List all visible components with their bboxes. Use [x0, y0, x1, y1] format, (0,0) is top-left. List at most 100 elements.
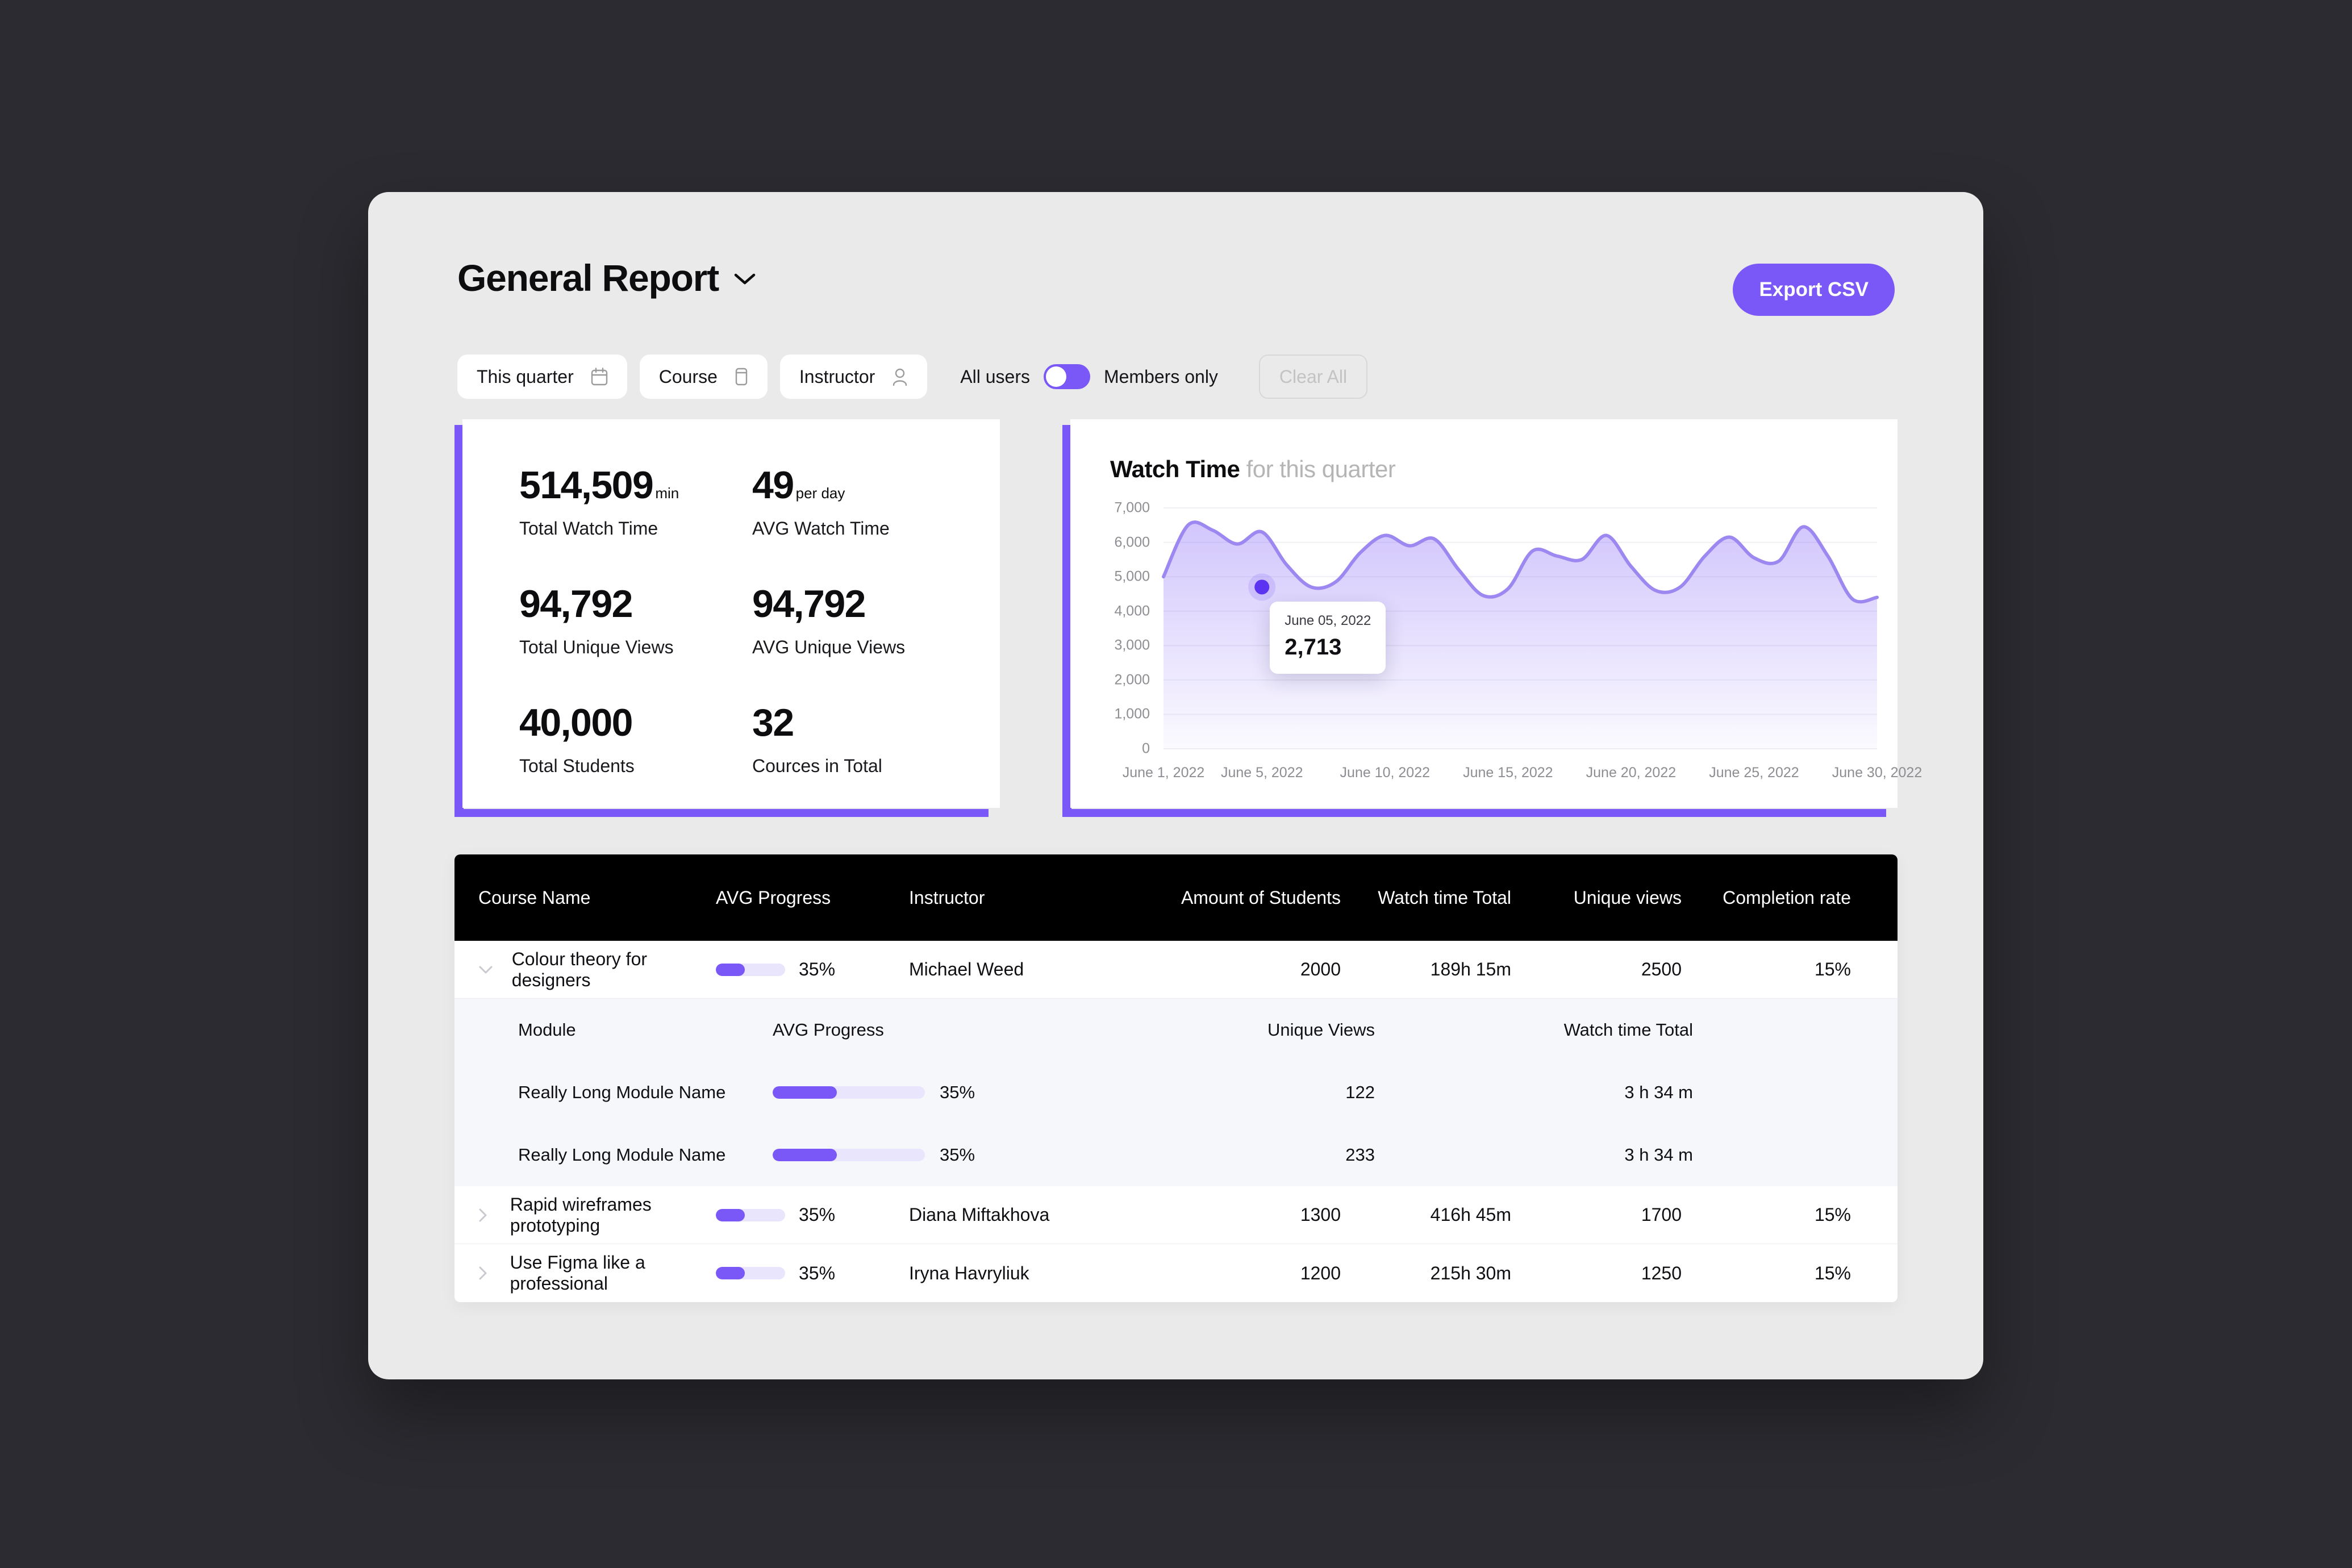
subcolumn-header-module: Module [518, 1020, 576, 1040]
x-axis-tick: June 5, 2022 [1220, 765, 1303, 781]
card-accent-bottom [454, 809, 989, 817]
stat-value: 49 per day [752, 464, 845, 507]
column-header-completion-rate[interactable]: Completion rate [1682, 887, 1875, 908]
filter-instructor[interactable]: Instructor [779, 355, 928, 399]
y-axis-tick: 6,000 [1114, 534, 1150, 551]
stat-value: 94,792 [752, 582, 866, 625]
table-row[interactable]: Colour theory for designers 35% Michael … [454, 941, 1898, 999]
column-header-unique-views[interactable]: Unique views [1511, 887, 1682, 908]
module-name: Really Long Module Name [518, 1082, 726, 1102]
instructor-cell: Iryna Havryliuk [909, 1262, 1029, 1283]
module-name: Really Long Module Name [518, 1145, 726, 1165]
module-unique-views: 122 [1345, 1082, 1375, 1102]
toggle-knob [1045, 366, 1066, 387]
stats-grid: 514,509 min Total Watch Time 49 per day AV… [519, 466, 985, 777]
module-progress-cell: 35% [773, 1145, 1057, 1165]
column-header-watch-time-total[interactable]: Watch time Total [1341, 887, 1511, 908]
chevron-down-icon[interactable] [478, 965, 504, 974]
filter-this-quarter[interactable]: This quarter [457, 355, 627, 399]
chevron-right-icon[interactable] [478, 1266, 502, 1281]
column-header-course-name[interactable]: Course Name [454, 887, 716, 908]
filter-label: Course [658, 366, 718, 387]
chart-svg [1162, 507, 1879, 749]
progress-value: 35% [799, 1204, 836, 1225]
stat-label: AVG Unique Views [752, 637, 906, 657]
chart-title-strong: Watch Time [1110, 456, 1240, 482]
chevron-down-icon[interactable] [733, 272, 756, 289]
y-axis-tick: 4,000 [1114, 603, 1150, 619]
courses-table: Course Name AVG Progress Instructor Amou… [454, 854, 1898, 1302]
stat-unit: per day [795, 485, 845, 502]
avg-progress-cell: 35% [716, 1263, 909, 1284]
subtable-row[interactable]: Really Long Module Name 35% 122 3 h 34 m [454, 1061, 1898, 1124]
y-axis-tick: 7,000 [1114, 499, 1150, 516]
watch-time-cell: 416h 45m [1430, 1204, 1511, 1225]
subcolumn-header-avg-progress: AVG Progress [773, 1020, 884, 1040]
chart-title: Watch Time for this quarter [1110, 456, 1396, 483]
filter-bar: This quarter Course Instructor All users… [457, 355, 1368, 399]
x-axis-tick: June 1, 2022 [1122, 765, 1205, 781]
students-cell: 1300 [1300, 1204, 1341, 1225]
table-row[interactable]: Use Figma like a professional 35% Iryna … [454, 1244, 1898, 1302]
x-axis-tick: June 15, 2022 [1463, 765, 1553, 781]
progress-bar [716, 963, 785, 976]
progress-value: 35% [799, 959, 836, 979]
column-header-amount-of-students[interactable]: Amount of Students [1153, 887, 1341, 908]
watch-time-chart[interactable]: 7,000 6,000 5,000 4,000 3,000 2,000 1,000 0 Jun… [1090, 499, 1922, 787]
chevron-right-icon[interactable] [478, 1208, 502, 1223]
course-name: Use Figma like a professional [510, 1252, 645, 1294]
x-axis-tick: June 20, 2022 [1586, 765, 1677, 781]
subcolumn-header-unique-views: Unique Views [1267, 1020, 1375, 1040]
stat-value: 40,000 [519, 701, 633, 744]
clear-all-button[interactable]: Clear All [1258, 355, 1368, 399]
stat-value: 514,509 min [519, 464, 679, 507]
stat-unit: min [655, 485, 679, 502]
avg-progress-cell: 35% [716, 959, 909, 980]
toggle-left-label: All users [960, 366, 1030, 387]
stat-label: Cources in Total [752, 756, 882, 776]
watch-time-cell: 215h 30m [1430, 1262, 1511, 1283]
avg-progress-cell: 35% [716, 1204, 909, 1225]
table-row[interactable]: Rapid wireframes prototyping 35% Diana M… [454, 1186, 1898, 1244]
column-header-instructor[interactable]: Instructor [909, 887, 1153, 908]
progress-value: 35% [940, 1145, 975, 1165]
export-csv-button[interactable]: Export CSV [1733, 264, 1895, 316]
filter-label: Instructor [799, 366, 875, 387]
stat-label: Total Unique Views [519, 637, 674, 657]
stat-value: 94,792 [519, 582, 633, 625]
x-axis-tick: June 30, 2022 [1832, 765, 1923, 781]
progress-bar [773, 1086, 925, 1099]
course-name-cell: Use Figma like a professional [454, 1252, 716, 1294]
students-cell: 2000 [1300, 959, 1341, 979]
progress-bar [716, 1267, 785, 1279]
stat-total-unique-views: 94,792 Total Unique Views [519, 585, 752, 658]
subtable-row[interactable]: Really Long Module Name 35% 233 3 h 34 m [454, 1124, 1898, 1186]
y-axis-tick: 3,000 [1114, 637, 1150, 653]
page-title: General Report [457, 257, 719, 299]
filter-label: This quarter [477, 366, 574, 387]
column-header-avg-progress[interactable]: AVG Progress [716, 887, 909, 908]
module-watch-time: 3 h 34 m [1624, 1082, 1693, 1102]
book-icon [735, 368, 748, 386]
members-only-toggle[interactable] [1043, 364, 1090, 389]
progress-bar [773, 1149, 925, 1161]
progress-value: 35% [940, 1082, 975, 1102]
table-header-row: Course Name AVG Progress Instructor Amou… [454, 854, 1898, 941]
chart-tooltip: June 05, 2022 2,713 [1270, 602, 1386, 674]
tooltip-value: 2,713 [1285, 635, 1342, 660]
chart-title-muted: for this quarter [1246, 456, 1396, 482]
y-axis-tick: 2,000 [1114, 672, 1150, 688]
card-accent-bottom [1062, 809, 1886, 817]
stat-label: Total Students [519, 756, 635, 776]
unique-views-cell: 2500 [1641, 959, 1682, 979]
module-watch-time: 3 h 34 m [1624, 1145, 1693, 1165]
subcolumn-header-watch-time-total: Watch time Total [1563, 1020, 1693, 1040]
filter-course[interactable]: Course [639, 355, 768, 399]
module-unique-views: 233 [1345, 1145, 1375, 1165]
stat-avg-watch-time: 49 per day AVG Watch Time [752, 466, 985, 539]
stat-avg-unique-views: 94,792 AVG Unique Views [752, 585, 985, 658]
stat-label: Total Watch Time [519, 518, 658, 539]
stat-label: AVG Watch Time [752, 518, 890, 539]
header: General Report Export CSV [457, 259, 1895, 322]
users-toggle-group: All users Members only [960, 364, 1218, 389]
